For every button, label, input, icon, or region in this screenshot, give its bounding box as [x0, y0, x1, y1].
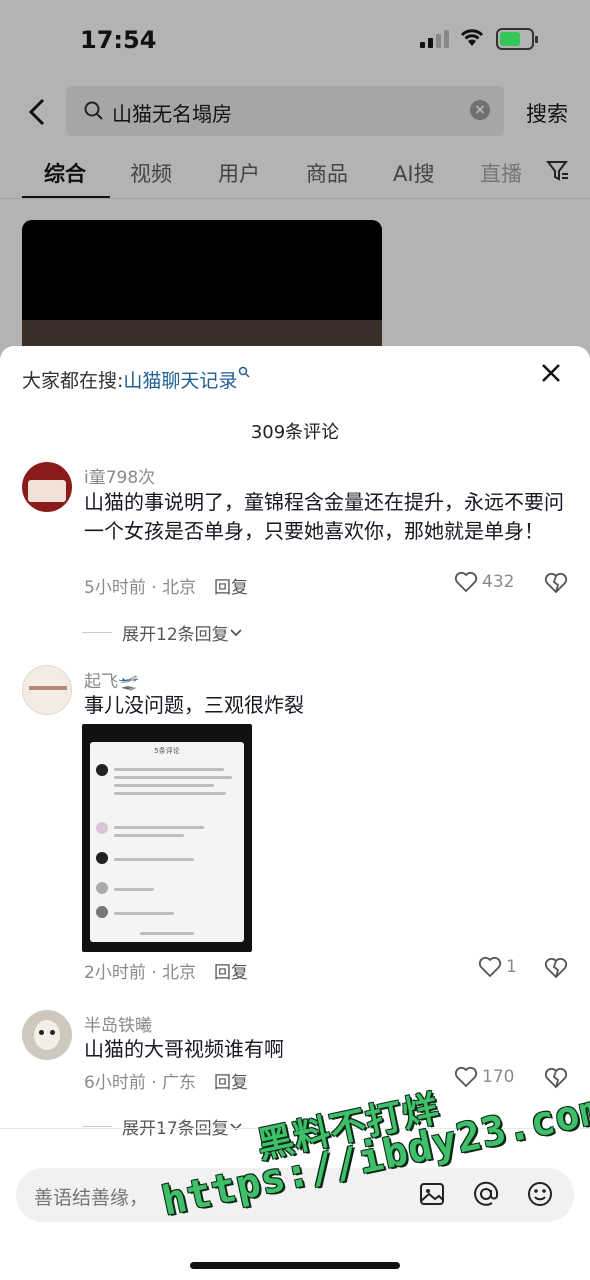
heart-icon: [454, 571, 478, 593]
heart-icon: [478, 956, 502, 978]
emoji-icon[interactable]: [526, 1180, 554, 1208]
status-time: 17:54: [80, 26, 157, 54]
expand-replies-label: 展开17条回复: [122, 1119, 229, 1139]
reply-button[interactable]: 回复: [214, 963, 248, 983]
tab-comprehensive[interactable]: 综合: [44, 158, 86, 188]
trending-keyword[interactable]: 山猫聊天记录: [123, 370, 237, 392]
comment-text: 山猫的事说明了，童锦程含金量还在提升，永远不要问一个女孩是否单身，只要她喜欢你，…: [84, 490, 564, 543]
comment-text: 山猫的大哥视频谁有啊: [84, 1037, 284, 1061]
like-count: 170: [482, 1067, 515, 1087]
dislike-icon[interactable]: [544, 572, 568, 594]
tab-bar: 综合 视频 用户 商品 AI搜 直播: [0, 154, 590, 200]
search-button[interactable]: 搜索: [526, 98, 568, 128]
expand-replies[interactable]: 展开12条回复: [82, 620, 243, 645]
dislike-icon[interactable]: [544, 957, 568, 979]
reply-button[interactable]: 回复: [214, 1073, 248, 1093]
comment-username[interactable]: 半岛铁曦: [84, 1011, 152, 1036]
expand-replies[interactable]: 展开17条回复: [82, 1114, 243, 1139]
tabs-divider: [0, 198, 590, 199]
like-button[interactable]: 170: [454, 1066, 514, 1088]
tab-users[interactable]: 用户: [218, 158, 260, 188]
search-query: 山猫无名塌房: [112, 102, 232, 126]
image-icon[interactable]: [418, 1180, 446, 1208]
avatar[interactable]: [22, 462, 72, 512]
wifi-icon: [460, 29, 484, 46]
video-thumbnail[interactable]: [22, 220, 382, 360]
trending-label: 大家都在搜:: [22, 370, 124, 392]
comment-count: 309条评论: [250, 422, 340, 443]
tab-video[interactable]: 视频: [130, 158, 172, 188]
like-count: 432: [482, 572, 515, 592]
comment-time-location: 2小时前 · 北京: [84, 963, 197, 983]
comment-text: 事儿没问题，三观很炸裂: [84, 693, 304, 717]
like-button[interactable]: 1: [478, 956, 517, 978]
search-icon: [84, 101, 103, 120]
like-button[interactable]: 432: [454, 571, 514, 593]
avatar[interactable]: [22, 1010, 72, 1060]
screenshot-title: 5条评论: [154, 747, 180, 755]
comment-username[interactable]: 起飞🛫: [84, 667, 139, 692]
comment-username[interactable]: i童798次: [84, 463, 155, 488]
trending-search[interactable]: 大家都在搜:山猫聊天记录: [22, 366, 250, 393]
small-search-icon: [239, 366, 250, 378]
tab-live[interactable]: 直播: [480, 158, 522, 188]
filter-icon[interactable]: [546, 160, 570, 182]
comment-time-location: 5小时前 · 北京: [84, 578, 197, 598]
like-count: 1: [506, 957, 517, 977]
at-icon[interactable]: [472, 1180, 500, 1208]
status-bar: 17:54: [0, 0, 590, 80]
comment-meta: 2小时前 · 北京 回复: [84, 958, 248, 983]
comment-meta: 6小时前 · 广东 回复: [84, 1068, 248, 1093]
tab-products[interactable]: 商品: [306, 158, 348, 188]
home-indicator: [190, 1262, 400, 1269]
chevron-down-icon: [230, 628, 242, 636]
reply-button[interactable]: 回复: [214, 578, 248, 598]
comment-image[interactable]: 5条评论: [82, 724, 252, 952]
dislike-icon[interactable]: [544, 1067, 568, 1089]
heart-icon: [454, 1066, 478, 1088]
comment-time-location: 6小时前 · 广东: [84, 1073, 197, 1093]
back-icon[interactable]: [28, 98, 46, 126]
comment-input-placeholder: 善语结善缘，: [34, 1187, 149, 1209]
search-input[interactable]: 山猫无名塌房 ×: [66, 86, 504, 136]
comment-meta: 5小时前 · 北京 回复: [84, 573, 248, 598]
chevron-down-icon: [230, 1122, 242, 1130]
clear-icon[interactable]: ×: [470, 100, 490, 120]
battery-icon: [496, 28, 538, 50]
expand-replies-label: 展开12条回复: [122, 625, 229, 645]
avatar[interactable]: [22, 665, 72, 715]
signal-icon: [420, 30, 449, 48]
tab-ai-search[interactable]: AI搜: [393, 158, 435, 188]
close-icon[interactable]: [540, 362, 562, 384]
